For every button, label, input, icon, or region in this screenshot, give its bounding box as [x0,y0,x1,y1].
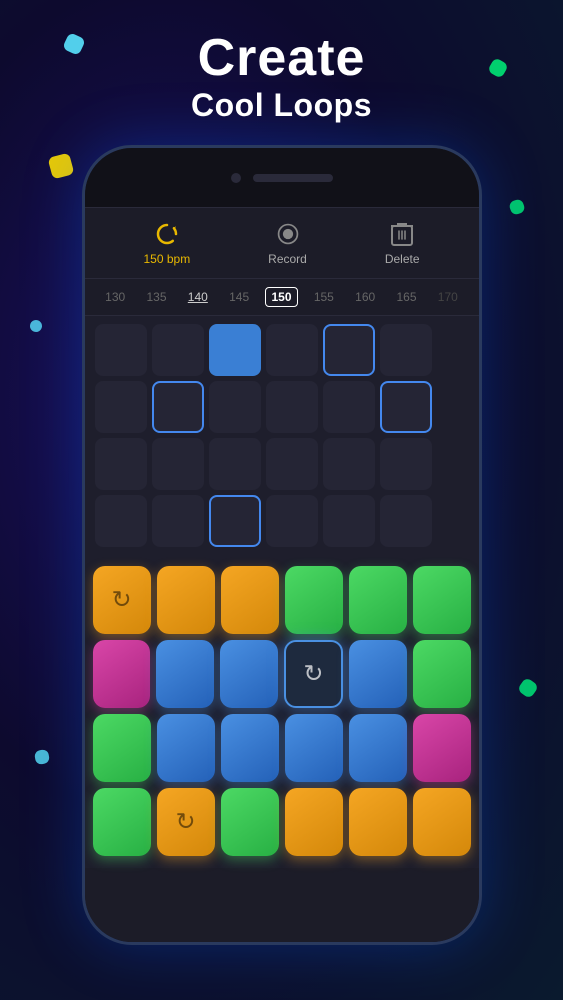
pad-green-2[interactable] [349,566,407,634]
grid-row-2 [95,381,469,433]
floating-square-7 [34,749,50,765]
phone-notch [85,148,479,208]
step-grid [85,316,479,560]
delete-label: Delete [385,252,420,266]
grid-row-1 [95,324,469,376]
bpm-tick-150: 150 [265,287,297,307]
grid-cell-outlined[interactable] [380,381,432,433]
grid-cell[interactable] [323,495,375,547]
phone-frame: 150 bpm Record [82,145,482,945]
pad-blue-outlined[interactable]: ↻ [284,640,343,708]
pad-blue-1[interactable] [156,640,214,708]
loop-icon: ↻ [111,586,131,615]
pad-orange-loop-2[interactable]: ↻ [157,788,215,856]
pad-orange-3[interactable] [221,566,279,634]
grid-row-4 [95,495,469,547]
grid-cell[interactable] [209,438,261,490]
pad-pink-1[interactable] [93,640,151,708]
pad-green-3[interactable] [413,566,471,634]
pad-blue-3[interactable] [349,640,407,708]
grid-cell[interactable] [266,438,318,490]
title-main: Create [0,30,563,87]
grid-cell-outlined[interactable] [209,495,261,547]
floating-square-6 [517,677,539,699]
grid-cell[interactable] [209,381,261,433]
grid-cell[interactable] [95,381,147,433]
bpm-icon [153,220,181,248]
grid-cell[interactable] [266,381,318,433]
phone-screen: 150 bpm Record [85,148,479,942]
pad-blue-7[interactable] [349,714,407,782]
phone-side-left [82,268,84,318]
pad-blue-2[interactable] [220,640,278,708]
bpm-ruler: 130 135 140 145 150 155 160 165 170 [85,279,479,316]
grid-cell[interactable] [266,324,318,376]
pad-green-1[interactable] [285,566,343,634]
grid-cell-outlined[interactable] [323,324,375,376]
bpm-tick-145: 145 [224,290,254,304]
grid-cell[interactable] [95,438,147,490]
pad-orange-5[interactable] [349,788,407,856]
speaker-bar [253,174,333,182]
grid-cell[interactable] [152,324,204,376]
pad-blue-5[interactable] [221,714,279,782]
bpm-tick-135: 135 [141,290,171,304]
loop-icon-light: ↻ [303,660,323,689]
pad-grid: ↻ ↻ [85,560,479,868]
pad-row-3 [93,714,471,782]
bpm-tick-170: 170 [433,290,463,304]
floating-square-5 [29,319,44,334]
floating-square-4 [508,198,526,216]
pad-green-5[interactable] [93,714,151,782]
floating-square-2 [48,153,75,180]
grid-cell[interactable] [152,438,204,490]
grid-cell-active[interactable] [209,324,261,376]
pad-blue-6[interactable] [285,714,343,782]
bpm-button[interactable]: 150 bpm [143,220,190,266]
toolbar: 150 bpm Record [85,208,479,279]
record-label: Record [268,252,307,266]
grid-cell[interactable] [380,324,432,376]
bpm-label: 150 bpm [143,252,190,266]
grid-row-3 [95,438,469,490]
pad-pink-2[interactable] [413,714,471,782]
pad-row-4: ↻ [93,788,471,856]
grid-cell[interactable] [95,495,147,547]
title-area: Create Cool Loops [0,0,563,124]
pad-orange-2[interactable] [157,566,215,634]
camera-dot [231,173,241,183]
grid-cell[interactable] [266,495,318,547]
grid-cell-outlined[interactable] [152,381,204,433]
grid-cell[interactable] [323,438,375,490]
phone-side-right [480,298,482,368]
delete-button[interactable]: Delete [385,220,420,266]
bpm-tick-160: 160 [350,290,380,304]
pad-row-1: ↻ [93,566,471,634]
pad-orange-loop[interactable]: ↻ [93,566,151,634]
grid-cell[interactable] [323,381,375,433]
pad-green-6[interactable] [93,788,151,856]
loop-icon-2: ↻ [175,808,195,837]
bpm-tick-165: 165 [391,290,421,304]
bpm-tick-140: 140 [183,290,213,304]
record-icon [274,220,302,248]
grid-cell[interactable] [152,495,204,547]
bpm-tick-155: 155 [309,290,339,304]
pad-orange-4[interactable] [285,788,343,856]
pad-blue-4[interactable] [157,714,215,782]
pad-row-2: ↻ [93,640,471,708]
delete-icon [388,220,416,248]
pad-orange-6[interactable] [413,788,471,856]
pad-green-4[interactable] [413,640,471,708]
bpm-tick-130: 130 [100,290,130,304]
grid-cell[interactable] [380,495,432,547]
grid-cell[interactable] [95,324,147,376]
record-button[interactable]: Record [268,220,307,266]
pad-green-7[interactable] [221,788,279,856]
title-sub: Cool Loops [0,87,563,124]
grid-cell[interactable] [380,438,432,490]
